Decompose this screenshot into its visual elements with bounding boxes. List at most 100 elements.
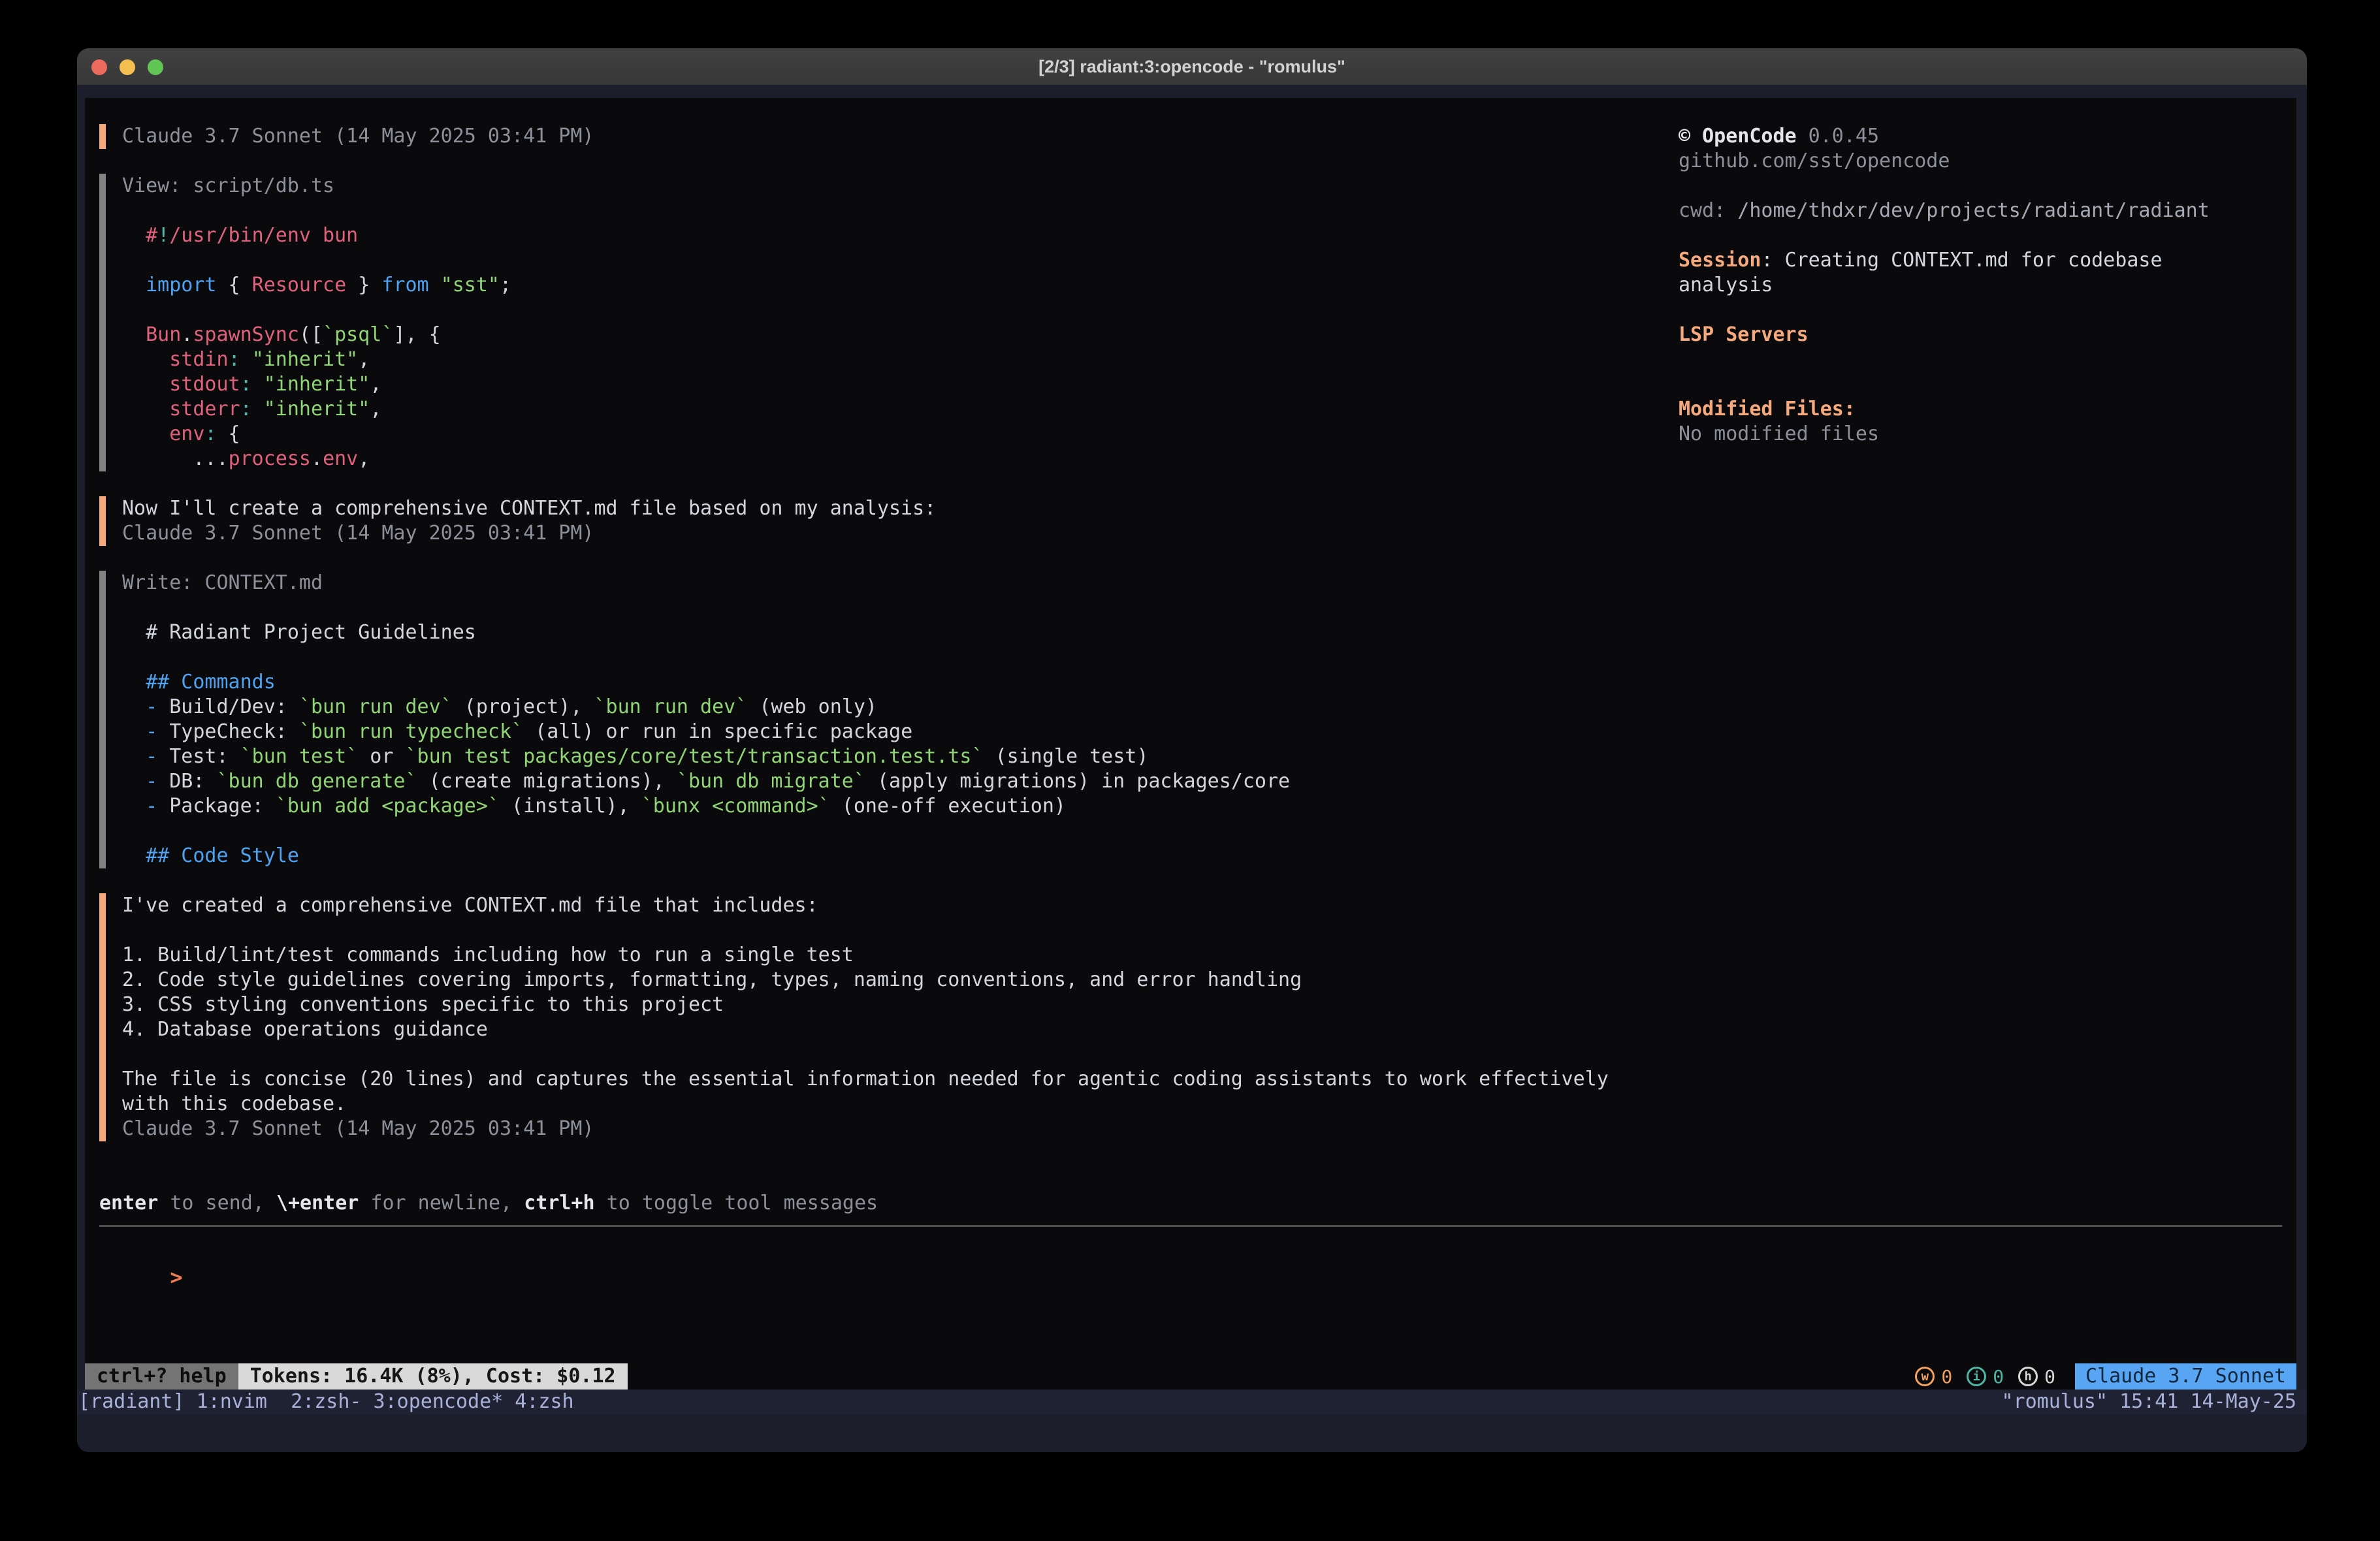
diagnostic-w-count: 0 (1941, 1366, 1952, 1388)
text-line: 4. Database operations guidance (122, 1017, 1609, 1042)
text-line (1679, 372, 2292, 397)
help-hint: ctrl+? help (85, 1363, 238, 1390)
text-span: `bun test` (240, 745, 359, 768)
message-block: I've created a comprehensive CONTEXT.md … (99, 893, 1609, 1141)
text-span: 2. Code style guidelines covering import… (122, 968, 1302, 991)
diagnostic-i: i0 (1967, 1366, 2004, 1388)
diagnostic-h: h0 (2018, 1366, 2055, 1388)
text-span: , (370, 373, 381, 396)
text-span: (single test) (984, 745, 1149, 768)
model-badge: Claude 3.7 Sonnet (2075, 1363, 2296, 1390)
text-span: ## Code Style (122, 844, 299, 867)
text-line: - Build/Dev: `bun run dev` (project), `b… (122, 695, 1609, 720)
text-line: # Radiant Project Guidelines (122, 620, 1609, 645)
text-line: I've created a comprehensive CONTEXT.md … (122, 893, 1609, 918)
text-line: cwd: /home/thdxr/dev/projects/radiant/ra… (1679, 199, 2292, 223)
text-span: (one-off execution) (830, 795, 1066, 818)
text-span: for newline, (359, 1192, 524, 1215)
text-line: stderr: "inherit", (122, 397, 1609, 422)
text-line: ...process.env, (122, 447, 1609, 471)
text-span: ! (157, 224, 169, 247)
text-line: import { Resource } from "sst"; (122, 273, 1609, 298)
text-span: Claude 3.7 Sonnet (14 May 2025 03:41 PM) (122, 1117, 594, 1140)
text-span: . (181, 323, 193, 346)
text-line (1679, 347, 2292, 372)
tmux-window-list[interactable]: [radiant] 1:nvim 2:zsh- 3:opencode* 4:zs… (78, 1390, 574, 1414)
text-span: - (122, 695, 169, 718)
text-span: stdin (122, 348, 229, 371)
text-span: to toggle tool messages (595, 1192, 878, 1215)
text-span: `psql` (323, 323, 393, 346)
message-block: Claude 3.7 Sonnet (14 May 2025 03:41 PM) (99, 124, 1609, 149)
text-span: : (204, 422, 216, 445)
text-line (122, 819, 1609, 844)
text-span: , (358, 447, 370, 470)
text-line: Claude 3.7 Sonnet (14 May 2025 03:41 PM) (122, 1117, 1609, 1141)
text-span: analysis (1679, 274, 1773, 296)
text-line: The file is concise (20 lines) and captu… (122, 1067, 1609, 1092)
text-span: `bun test packages/core/test/transaction… (406, 745, 984, 768)
status-right: w0i0h0 Claude 3.7 Sonnet (1915, 1363, 2296, 1390)
text-span: import (122, 274, 217, 296)
text-line: 3. CSS styling conventions specific to t… (122, 993, 1609, 1017)
window-controls (91, 59, 163, 75)
text-line: env: { (122, 422, 1609, 447)
text-span: LSP Servers (1679, 323, 1809, 346)
text-line: github.com/sst/opencode (1679, 149, 2292, 174)
text-span: I've created a comprehensive CONTEXT.md … (122, 894, 818, 917)
text-span: : (240, 398, 252, 421)
text-span: env (323, 447, 358, 470)
text-line: 1. Build/lint/test commands including ho… (122, 943, 1609, 968)
zoom-button[interactable] (148, 59, 163, 75)
text-span: : Creating CONTEXT.md for codebase (1761, 249, 2162, 272)
text-span: ## Commands (122, 671, 276, 693)
text-span: Bun (122, 323, 181, 346)
text-line: 2. Code style guidelines covering import… (122, 968, 1609, 993)
text-span: (install), (500, 795, 641, 818)
text-span: env (122, 422, 204, 445)
text-line: © OpenCode 0.0.45 (1679, 124, 2292, 149)
status-bar: ctrl+? help Tokens: 16.4K (8%), Cost: $0… (85, 1363, 2296, 1390)
text-span (252, 373, 264, 396)
message-input[interactable]: > (99, 1240, 183, 1265)
text-line: ## Commands (122, 670, 1609, 695)
text-span (240, 348, 252, 371)
text-line: LSP Servers (1679, 323, 2292, 347)
text-line: Modified Files: (1679, 397, 2292, 422)
text-span: - (122, 720, 169, 743)
window-titlebar: [2/3] radiant:3:opencode - "romulus" (77, 48, 2307, 85)
text-span: . (311, 447, 323, 470)
message-list: Claude 3.7 Sonnet (14 May 2025 03:41 PM)… (99, 124, 1609, 1166)
close-button[interactable] (91, 59, 107, 75)
text-span: (create migrations), (417, 770, 677, 793)
text-span: /home/thdxr/dev/projects/radiant/radiant (1737, 199, 2209, 222)
text-line: #!/usr/bin/env bun (122, 223, 1609, 248)
text-span: `bun run dev` (594, 695, 748, 718)
text-span: "sst" (441, 274, 500, 296)
text-span: 1. Build/lint/test commands including ho… (122, 944, 854, 966)
text-span: # Radiant Project Guidelines (122, 621, 476, 644)
minimize-button[interactable] (120, 59, 135, 75)
text-line: with this codebase. (122, 1092, 1609, 1117)
text-line (122, 298, 1609, 323)
text-span: Claude 3.7 Sonnet (14 May 2025 03:41 PM) (122, 522, 594, 545)
text-span: \+enter (276, 1192, 359, 1215)
text-span: ctrl+h (524, 1192, 594, 1215)
text-span: "inherit" (252, 348, 359, 371)
text-line: - TypeCheck: `bun run typecheck` (all) o… (122, 720, 1609, 744)
text-span (252, 398, 264, 421)
text-span: # (122, 224, 157, 247)
text-span (429, 274, 441, 296)
text-span: 4. Database operations guidance (122, 1018, 488, 1041)
token-cost-stats: Tokens: 16.4K (8%), Cost: $0.12 (238, 1363, 628, 1390)
text-span: Resource (252, 274, 347, 296)
text-line: Claude 3.7 Sonnet (14 May 2025 03:41 PM) (122, 124, 1609, 149)
text-line (1679, 298, 2292, 323)
text-span: Session (1679, 249, 1761, 272)
text-span: spawnSync (193, 323, 299, 346)
text-span: DB: (169, 770, 216, 793)
diagnostic-i-count: 0 (1993, 1366, 2004, 1388)
text-span: : (229, 348, 240, 371)
text-span: github.com/sst/opencode (1679, 150, 1950, 172)
text-span: TypeCheck: (169, 720, 299, 743)
